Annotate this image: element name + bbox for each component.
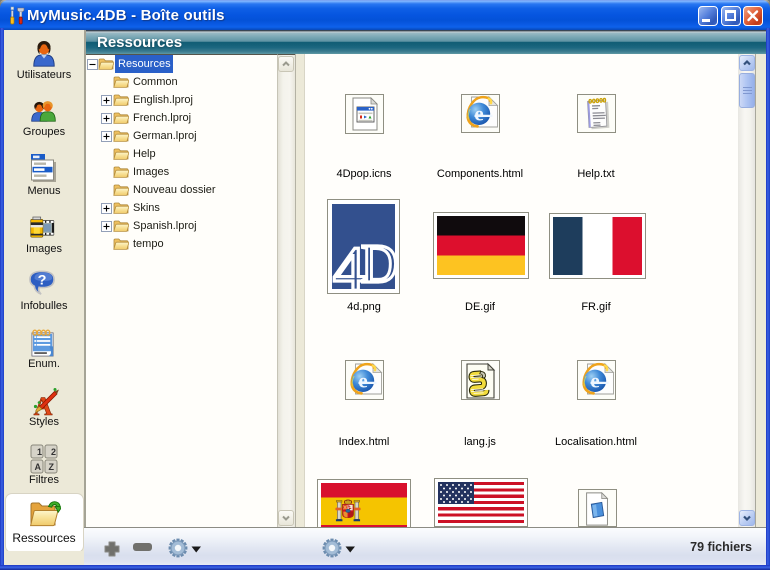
svg-text:A: A [35, 462, 42, 472]
svg-text:2: 2 [51, 447, 56, 457]
svg-text:?: ? [38, 272, 47, 287]
svg-text:D: D [361, 234, 395, 289]
svg-text:1: 1 [37, 447, 42, 457]
svg-text:Z: Z [49, 462, 55, 472]
